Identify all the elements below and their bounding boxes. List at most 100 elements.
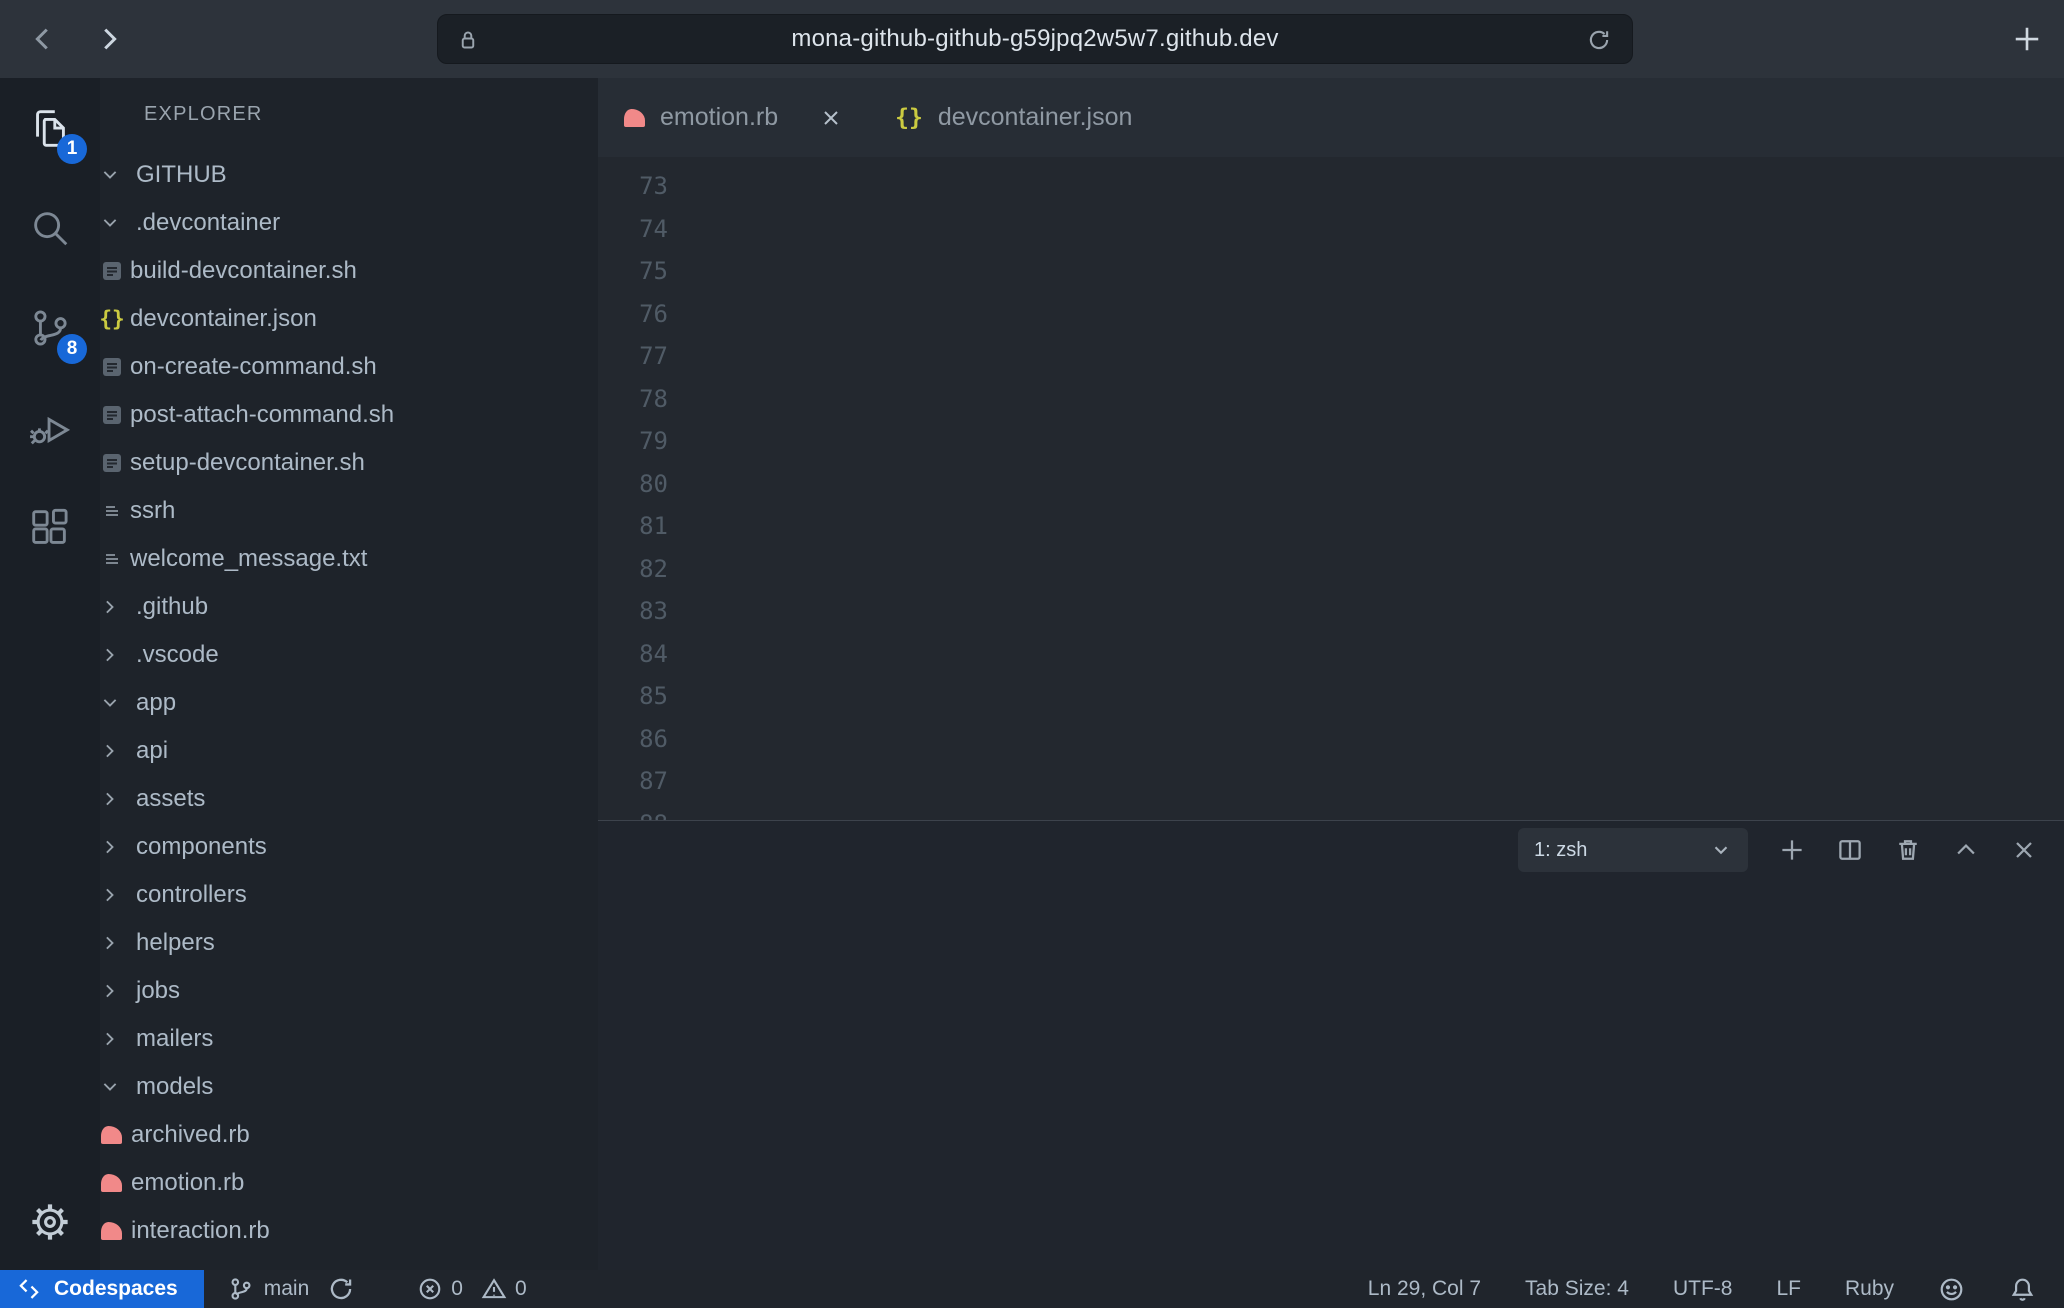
new-tab-icon[interactable] bbox=[2012, 24, 2042, 54]
line-number: 88 bbox=[598, 803, 668, 821]
tree-item[interactable]: build-devcontainer.sh bbox=[100, 247, 598, 295]
terminal-select-value: 1: zsh bbox=[1534, 839, 1587, 862]
tree-item-label: emotion.rb bbox=[131, 1169, 244, 1197]
terminal-line bbox=[632, 1195, 2064, 1229]
address-bar[interactable]: mona-github-github-g59jpq2w5w7.github.de… bbox=[437, 14, 1633, 64]
tree-item[interactable]: jobs bbox=[100, 967, 598, 1015]
tree-item-label: devcontainer.json bbox=[130, 305, 317, 333]
bottom-panel: 1: zsh bbox=[598, 820, 2064, 1270]
encoding[interactable]: UTF-8 bbox=[1673, 1277, 1733, 1301]
tree-item[interactable]: .github bbox=[100, 583, 598, 631]
code-line: 80 bbox=[598, 463, 2064, 506]
editor-tab[interactable]: {} devcontainer.json bbox=[869, 78, 1158, 157]
new-terminal-button[interactable] bbox=[1778, 836, 1806, 864]
close-panel-button[interactable] bbox=[2010, 836, 2038, 864]
tree-item[interactable]: emotion.rb bbox=[100, 1159, 598, 1207]
activity-explorer[interactable]: 1 bbox=[0, 78, 100, 178]
terminal-line bbox=[632, 1128, 2064, 1162]
browser-topbar: mona-github-github-g59jpq2w5w7.github.de… bbox=[0, 0, 2064, 78]
notifications-button[interactable] bbox=[2009, 1276, 2036, 1303]
cursor-position[interactable]: Ln 29, Col 7 bbox=[1368, 1277, 1481, 1301]
tree-item[interactable]: api bbox=[100, 727, 598, 775]
tree-item[interactable]: helpers bbox=[100, 919, 598, 967]
chevron-right-icon bbox=[100, 1029, 120, 1049]
problems-indicator[interactable]: 0 0 bbox=[417, 1276, 526, 1302]
split-terminal-button[interactable] bbox=[1836, 836, 1864, 864]
code-line: 88 bbox=[598, 803, 2064, 821]
maximize-panel-button[interactable] bbox=[1952, 836, 1980, 864]
tree-item[interactable]: components bbox=[100, 823, 598, 871]
back-icon[interactable] bbox=[28, 24, 58, 54]
line-number: 87 bbox=[598, 760, 668, 803]
tree-item[interactable]: mailers bbox=[100, 1015, 598, 1063]
tree-item-label: archived.rb bbox=[131, 1121, 250, 1149]
line-number: 73 bbox=[598, 165, 668, 208]
terminal-line bbox=[632, 1229, 2064, 1263]
terminal-select[interactable]: 1: zsh bbox=[1518, 828, 1748, 872]
tree-item[interactable]: welcome_message.txt bbox=[100, 535, 598, 583]
close-icon[interactable] bbox=[819, 106, 843, 130]
editor-tabbar: emotion.rb {} devcontainer.json bbox=[598, 78, 2064, 157]
sync-icon[interactable] bbox=[327, 1275, 355, 1303]
tree-item-label: .devcontainer bbox=[136, 209, 280, 237]
tree-item[interactable]: .devcontainer bbox=[100, 199, 598, 247]
indentation[interactable]: Tab Size: 4 bbox=[1525, 1277, 1629, 1301]
status-right: Ln 29, Col 7 Tab Size: 4 UTF-8 LF Ruby bbox=[1368, 1276, 2064, 1303]
eol-sequence[interactable]: LF bbox=[1776, 1277, 1801, 1301]
code-line: 75 bbox=[598, 250, 2064, 293]
activity-source-control[interactable]: 8 bbox=[0, 278, 100, 378]
tree-item[interactable]: app bbox=[100, 679, 598, 727]
settings-button[interactable] bbox=[0, 1174, 100, 1270]
code-line: 82 bbox=[598, 548, 2064, 591]
tree-item[interactable]: GITHUB bbox=[100, 151, 598, 199]
line-number: 74 bbox=[598, 208, 668, 251]
tree-item[interactable]: archived.rb bbox=[100, 1111, 598, 1159]
forward-icon[interactable] bbox=[94, 24, 124, 54]
terminal-line bbox=[632, 891, 2064, 925]
tree-item[interactable]: models bbox=[100, 1063, 598, 1111]
tree-item[interactable]: setup-devcontainer.sh bbox=[100, 439, 598, 487]
code-line: 73 bbox=[598, 165, 2064, 208]
chevron-down-icon bbox=[100, 213, 120, 233]
lock-icon[interactable] bbox=[456, 28, 480, 52]
tree-item[interactable]: assets bbox=[100, 775, 598, 823]
tab-label: devcontainer.json bbox=[938, 103, 1133, 132]
shell-file-icon bbox=[100, 403, 124, 427]
tree-item-label: GITHUB bbox=[136, 161, 227, 189]
tree-item[interactable]: on-create-command.sh bbox=[100, 343, 598, 391]
sidebar-title: EXPLORER bbox=[100, 78, 598, 151]
ruby-file-icon bbox=[624, 109, 645, 127]
feedback-button[interactable] bbox=[1938, 1276, 1965, 1303]
tree-item[interactable]: ssrh bbox=[100, 487, 598, 535]
url-text: mona-github-github-g59jpq2w5w7.github.de… bbox=[791, 25, 1278, 53]
panel-header: 1: zsh bbox=[598, 821, 2064, 879]
search-icon bbox=[27, 205, 73, 251]
activity-extensions[interactable] bbox=[0, 478, 100, 578]
kill-terminal-button[interactable] bbox=[1894, 836, 1922, 864]
code-editor[interactable]: 73 74 75 76 77 78 79 80 81 82 bbox=[598, 157, 2064, 820]
tree-item-label: .github bbox=[136, 593, 208, 621]
ruby-file-icon bbox=[101, 1222, 122, 1240]
explorer-badge: 1 bbox=[57, 134, 87, 164]
tree-item-label: build-devcontainer.sh bbox=[130, 257, 357, 285]
activity-search[interactable] bbox=[0, 178, 100, 278]
codespaces-remote-button[interactable]: Codespaces bbox=[0, 1270, 204, 1308]
editor-tab[interactable]: emotion.rb bbox=[598, 78, 869, 157]
terminal-line bbox=[632, 959, 2064, 993]
tree-item-label: components bbox=[136, 833, 267, 861]
shell-file-icon bbox=[100, 259, 124, 283]
tree-item[interactable]: post-attach-command.sh bbox=[100, 391, 598, 439]
line-number: 83 bbox=[598, 590, 668, 633]
code-line: 81 bbox=[598, 505, 2064, 548]
editor-column: emotion.rb {} devcontainer.json 73 bbox=[598, 78, 2064, 1270]
chevron-down-icon bbox=[100, 693, 120, 713]
activity-run-debug[interactable] bbox=[0, 378, 100, 478]
tree-item[interactable]: controllers bbox=[100, 871, 598, 919]
tree-item[interactable]: {} devcontainer.json bbox=[100, 295, 598, 343]
language-mode[interactable]: Ruby bbox=[1845, 1277, 1894, 1301]
tree-item[interactable]: interaction.rb bbox=[100, 1207, 598, 1255]
branch-indicator[interactable]: main bbox=[228, 1275, 356, 1303]
reload-icon[interactable] bbox=[1586, 27, 1612, 53]
terminal-output[interactable] bbox=[598, 879, 2064, 1270]
tree-item[interactable]: .vscode bbox=[100, 631, 598, 679]
